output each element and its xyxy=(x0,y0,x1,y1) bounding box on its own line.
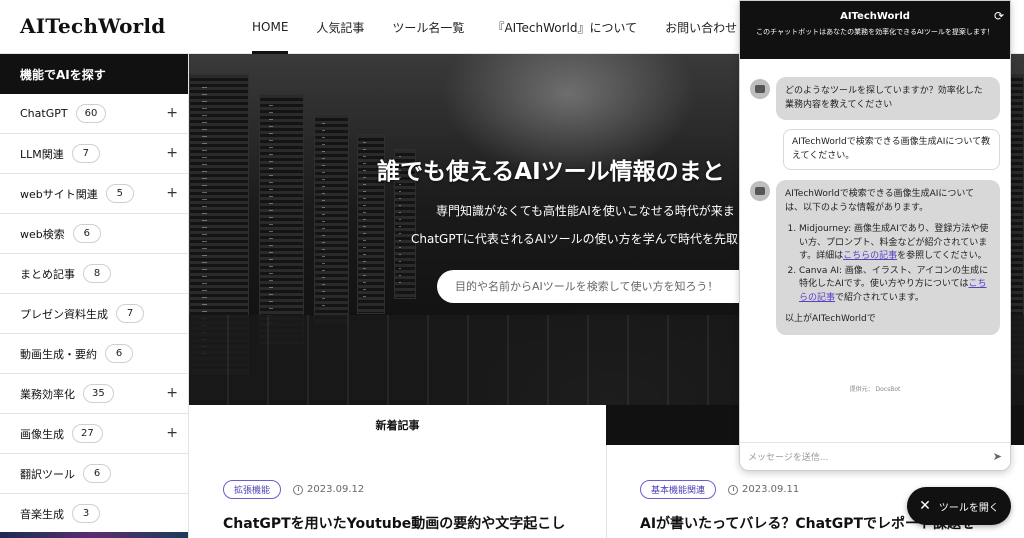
main-nav: HOME 人気記事 ツール名一覧 『AITechWorld』について お問い合わ… xyxy=(238,0,787,54)
category-label: プレゼン資料生成 xyxy=(20,307,108,321)
powered-by: 提供元： DocsBot xyxy=(849,386,901,393)
rack-lights xyxy=(363,142,366,303)
category-label: まとめ記事 xyxy=(20,267,75,281)
article-tag[interactable]: 拡張機能 xyxy=(223,480,282,499)
sidebar-category-item[interactable]: web検索 6 xyxy=(0,214,188,254)
tab-new-articles[interactable]: 新着記事 xyxy=(189,405,606,445)
chat-message-input[interactable] xyxy=(748,449,978,467)
article-title[interactable]: ChatGPTを用いたYoutube動画の要約や文字起こし xyxy=(223,513,565,533)
column-divider xyxy=(606,445,607,538)
answer-text: を参照してください。 xyxy=(897,251,987,261)
nav-popular[interactable]: 人気記事 xyxy=(302,0,378,54)
category-count-badge: 7 xyxy=(116,304,144,323)
bot-answer: AITechWorldで検索できる画像生成AIについては、以下のような情報があり… xyxy=(776,180,1000,335)
clock-icon xyxy=(728,484,739,495)
send-icon[interactable]: ➤ xyxy=(993,450,1002,463)
category-count-badge: 27 xyxy=(72,424,103,443)
answer-list: Midjourney: 画像生成AIであり、登録方法や使い方、プロンプト、料金な… xyxy=(785,223,991,305)
answer-text: Canva AI: 画像、イラスト、アイコンの生成に特化したAIです。使い方やり… xyxy=(799,265,989,290)
article-tag[interactable]: 基本機能関連 xyxy=(640,480,717,499)
category-count-badge: 6 xyxy=(83,464,111,483)
sidebar-category-item[interactable]: 業務効率化 35 + xyxy=(0,374,188,414)
clock-icon xyxy=(293,484,304,495)
expand-plus-icon[interactable]: + xyxy=(166,385,178,401)
category-sidebar: 機能でAIを探す ChatGPT 60 + LLM関連 7 + webサイト関連 5 + web検… xyxy=(0,54,189,538)
user-message: AITechWorldで検索できる画像生成AIについて教えてください。 xyxy=(783,129,1000,170)
category-label: LLM関連 xyxy=(20,147,64,161)
category-count-badge: 8 xyxy=(83,264,111,283)
category-label: 翻訳ツール xyxy=(20,467,75,481)
article-link[interactable]: こちらの記事 xyxy=(843,251,897,261)
server-rack xyxy=(314,114,349,324)
category-count-badge: 7 xyxy=(71,144,100,163)
sidebar-category-item[interactable]: ChatGPT 60 + xyxy=(0,94,188,134)
category-count-badge: 6 xyxy=(105,344,133,363)
answer-item: Canva AI: 画像、イラスト、アイコンの生成に特化したAIです。使い方やり… xyxy=(799,265,991,306)
article-date: 2023.09.12 xyxy=(307,484,365,495)
sidebar-category-item[interactable]: 翻訳ツール 6 xyxy=(0,454,188,494)
category-count-badge: 60 xyxy=(75,104,107,123)
expand-plus-icon[interactable]: + xyxy=(166,425,178,441)
site-logo[interactable]: AITechWorld xyxy=(20,14,165,38)
expand-plus-icon[interactable]: + xyxy=(166,105,178,121)
category-label: 業務効率化 xyxy=(20,387,75,401)
rack-lights xyxy=(321,123,325,311)
expand-plus-icon[interactable]: + xyxy=(166,185,178,201)
article-meta: 基本機能関連 2023.09.11 xyxy=(640,480,799,499)
bot-avatar-icon xyxy=(750,79,770,99)
sidebar-category-item[interactable]: 動画生成・要約 6 xyxy=(0,334,188,374)
rack-lights xyxy=(268,104,273,329)
category-list: ChatGPT 60 + LLM関連 7 + webサイト関連 5 + web検索 6 まとめ記事 8 プ… xyxy=(0,94,188,534)
nav-home[interactable]: HOME xyxy=(238,0,302,54)
bot-message: どのようなツールを探していますか？効率化した業務内容を教えてください xyxy=(776,77,1000,120)
category-label: web検索 xyxy=(20,227,65,241)
hero-subtitle-2: ChatGPTに代表されるAIツールの使い方を学んで時代を先取 xyxy=(411,232,739,246)
category-count-badge: 5 xyxy=(105,184,134,203)
hero-subtitle-1: 専門知識がなくても高性能AIを使いこなせる時代が来ま xyxy=(436,204,735,218)
nav-tool-list[interactable]: ツール名一覧 xyxy=(378,0,478,54)
sidebar-category-item[interactable]: LLM関連 7 + xyxy=(0,134,188,174)
chat-header: AITechWorld このチャットボットはあなたの業務を効率化できるAIツール… xyxy=(740,1,1010,59)
nav-about[interactable]: 『AITechWorld』について xyxy=(478,0,651,54)
category-count-badge: 3 xyxy=(72,504,100,523)
open-tool-button[interactable]: ✕ ツールを開く xyxy=(907,487,1011,525)
article-date: 2023.09.11 xyxy=(742,484,800,495)
expand-plus-icon[interactable]: + xyxy=(166,145,178,161)
sidebar-category-item[interactable]: 画像生成 27 + xyxy=(0,414,188,454)
article-meta: 拡張機能 2023.09.12 xyxy=(223,480,364,499)
category-label: 動画生成・要約 xyxy=(20,347,97,361)
tool-search-input[interactable] xyxy=(437,270,767,303)
chat-title: AITechWorld xyxy=(840,11,910,22)
hero-title: 誰でも使えるAIツール情報のまと xyxy=(377,159,725,185)
sidebar-category-item[interactable]: 音楽生成 3 xyxy=(0,494,188,534)
answer-item: Midjourney: 画像生成AIであり、登録方法や使い方、プロンプト、料金な… xyxy=(799,223,991,264)
category-count-badge: 35 xyxy=(83,384,114,403)
server-rack xyxy=(259,94,304,344)
sidebar-banner-strip xyxy=(0,532,188,538)
open-tool-label: ツールを開く xyxy=(938,502,999,514)
sidebar-category-item[interactable]: プレゼン資料生成 7 xyxy=(0,294,188,334)
category-label: webサイト関連 xyxy=(20,187,98,201)
category-label: ChatGPT xyxy=(20,107,68,120)
category-label: 音楽生成 xyxy=(20,507,64,521)
answer-text: で紹介されています。 xyxy=(835,292,924,303)
sidebar-category-item[interactable]: webサイト関連 5 + xyxy=(0,174,188,214)
refresh-icon[interactable]: ⟳ xyxy=(994,9,1004,23)
chatbot-panel: AITechWorld このチャットボットはあなたの業務を効率化できるAIツール… xyxy=(739,0,1011,471)
category-label: 画像生成 xyxy=(20,427,64,441)
chat-subtitle: このチャットボットはあなたの業務を効率化できるAIツールを提案します！ xyxy=(756,28,994,36)
answer-outro: 以上がAITechWorldで xyxy=(785,314,876,324)
chat-input-row: ➤ xyxy=(740,442,1010,470)
sidebar-title: 機能でAIを探す xyxy=(0,54,188,94)
close-icon: ✕ xyxy=(919,498,931,514)
answer-intro: AITechWorldで検索できる画像生成AIについては、以下のような情報があり… xyxy=(785,189,975,213)
sidebar-category-item[interactable]: まとめ記事 8 xyxy=(0,254,188,294)
category-count-badge: 6 xyxy=(72,224,101,243)
bot-avatar-icon xyxy=(750,181,770,201)
